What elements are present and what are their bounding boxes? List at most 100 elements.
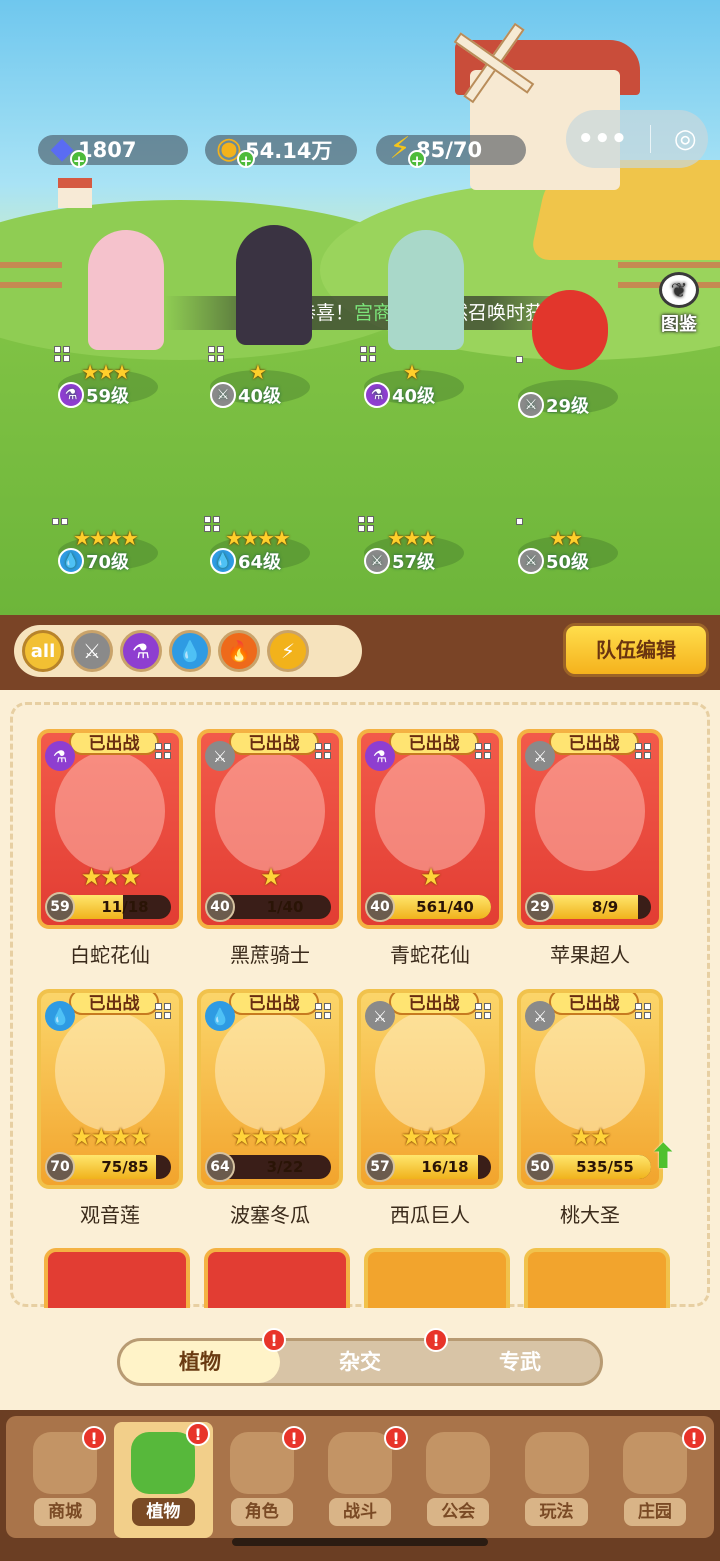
plant-portrait <box>215 751 325 871</box>
hero-slot[interactable]: ★★★ ⚗ 59级 <box>40 360 170 420</box>
star-rating: ★★★★ <box>73 526 139 550</box>
plant-card[interactable]: 已出战 ⚔ ★★ 535/55 50 <box>517 989 663 1189</box>
hero-figure[interactable] <box>236 225 312 345</box>
more-icon[interactable]: ••• <box>577 124 627 154</box>
hero-slot[interactable]: ★ ⚗ 40级 <box>346 360 476 420</box>
plant-portrait <box>215 1011 325 1131</box>
filter-water-icon[interactable]: 💧 <box>169 630 211 672</box>
alert-icon: ! <box>186 1422 210 1446</box>
close-target-icon[interactable]: ◎ <box>674 124 697 154</box>
star-rating: ★★ <box>549 526 583 550</box>
windmill <box>448 18 538 108</box>
hero-level: ⚗ 40级 <box>364 382 435 408</box>
coin-counter[interactable]: ◉ + 54.14万 <box>205 130 357 170</box>
level-text: 50级 <box>546 552 590 573</box>
plant-name: 苹果超人 <box>550 943 630 967</box>
star-rating: ★ <box>420 863 442 891</box>
filter-lightning-icon[interactable]: ⚡ <box>267 630 309 672</box>
alert-icon: ! <box>282 1426 306 1450</box>
nav-gameplay[interactable]: 玩法 <box>507 1422 605 1538</box>
deployed-badge: 已出战 <box>69 733 159 755</box>
shard-count: 16/18 <box>421 1158 469 1176</box>
hero-figure[interactable] <box>532 290 608 370</box>
filter-all-button[interactable]: all <box>22 630 64 672</box>
hero-slot[interactable]: ★★★★ 💧 70级 <box>40 526 170 586</box>
nav-label: 战斗 <box>328 1498 392 1526</box>
blade-icon: ⚔ <box>205 741 235 771</box>
small-house <box>58 178 92 208</box>
fence <box>0 262 62 288</box>
star-rating: ★ <box>403 360 421 384</box>
gameplay-icon <box>524 1432 589 1494</box>
alert-icon: ! <box>424 1328 448 1352</box>
plant-card[interactable] <box>524 1248 670 1308</box>
alert-icon: ! <box>682 1426 706 1450</box>
plant-icon <box>131 1432 196 1494</box>
plant-name: 观音莲 <box>80 1203 140 1227</box>
tab-plants[interactable]: 植物 <box>120 1341 280 1383</box>
deployed-badge: 已出战 <box>549 733 639 755</box>
grid-marker-icon <box>315 743 331 759</box>
hero-slot[interactable]: ⚔ 29级 <box>500 370 630 430</box>
grid-marker-icon <box>208 346 224 362</box>
hero-figure[interactable] <box>388 230 464 350</box>
nav-guild[interactable]: 公会 <box>409 1422 507 1538</box>
hero-level: ⚔ 29级 <box>518 392 589 418</box>
deployed-badge: 已出战 <box>229 733 319 755</box>
plant-card[interactable]: 已出战 ⚔ 8/9 29 <box>517 729 663 929</box>
plant-card[interactable] <box>364 1248 510 1308</box>
deployed-badge: 已出战 <box>69 993 159 1015</box>
plant-card[interactable]: 已出战 ⚗ ★ 561/40 40 <box>357 729 503 929</box>
blade-icon: ⚔ <box>364 548 390 574</box>
grid-marker-icon <box>315 1003 331 1019</box>
plant-card[interactable] <box>44 1248 190 1308</box>
blade-icon: ⚔ <box>518 548 544 574</box>
add-coin-icon[interactable]: + <box>237 150 255 170</box>
mini-program-capsule: ••• ◎ <box>566 110 708 168</box>
star-rating: ★★ <box>570 1123 611 1151</box>
level-badge: 64 <box>205 1152 235 1182</box>
plant-portrait <box>55 1011 165 1131</box>
blade-icon: ⚔ <box>210 382 236 408</box>
plant-portrait <box>55 751 165 871</box>
filter-blade-icon[interactable]: ⚔ <box>71 630 113 672</box>
add-energy-icon[interactable]: + <box>408 150 426 170</box>
deployed-badge: 已出战 <box>549 993 639 1015</box>
tab-exclusive-weapon[interactable]: 专武 <box>440 1341 600 1383</box>
hero-slot[interactable]: ★ ⚔ 40级 <box>192 360 322 420</box>
plant-name: 白蛇花仙 <box>70 943 150 967</box>
collection-button[interactable]: ❦ 图鉴 <box>648 272 710 335</box>
grid-marker-icon <box>52 518 68 525</box>
plant-name: 西瓜巨人 <box>390 1203 470 1227</box>
diamond-counter[interactable]: ◆ + 1807 <box>38 130 188 170</box>
level-badge: 57 <box>365 1152 395 1182</box>
level-badge: 29 <box>525 892 555 922</box>
plant-name: 青蛇花仙 <box>390 943 470 967</box>
nav-label: 庄园 <box>623 1498 686 1526</box>
manor-icon <box>622 1432 687 1494</box>
add-diamond-icon[interactable]: + <box>70 150 88 170</box>
plant-portrait <box>375 751 485 871</box>
water-icon: 💧 <box>45 1001 75 1031</box>
plant-card[interactable] <box>204 1248 350 1308</box>
hero-level: ⚗ 59级 <box>58 382 129 408</box>
level-badge: 70 <box>45 1152 75 1182</box>
hero-figure[interactable] <box>88 230 164 350</box>
energy-counter[interactable]: ⚡ + 85/70 <box>376 130 526 170</box>
hero-level: 💧 64级 <box>210 548 281 574</box>
plant-name: 桃大圣 <box>560 1203 620 1227</box>
hero-slot[interactable]: ★★ ⚔ 50级 <box>500 526 630 586</box>
hero-slot[interactable]: ★★★ ⚔ 57级 <box>346 526 476 586</box>
plant-card[interactable]: 已出战 ⚗ ★★★ 11/18 59 <box>37 729 183 929</box>
alert-icon: ! <box>82 1426 106 1450</box>
shard-count: 75/85 <box>101 1158 149 1176</box>
plant-card[interactable]: 已出战 ⚔ ★ 1/40 40 <box>197 729 343 929</box>
plant-card[interactable]: 已出战 ⚔ ★★★ 16/18 57 <box>357 989 503 1189</box>
hero-slot[interactable]: ★★★★ 💧 64级 <box>192 526 322 586</box>
plant-card[interactable]: 已出战 💧 ★★★★ 75/85 70 <box>37 989 183 1189</box>
filter-fire-icon[interactable]: 🔥 <box>218 630 260 672</box>
team-edit-button[interactable]: 队伍编辑 <box>563 623 709 677</box>
filter-poison-icon[interactable]: ⚗ <box>120 630 162 672</box>
plant-card[interactable]: 已出战 💧 ★★★★ 3/22 64 <box>197 989 343 1189</box>
tab-hybrid[interactable]: 杂交 <box>280 1341 440 1383</box>
